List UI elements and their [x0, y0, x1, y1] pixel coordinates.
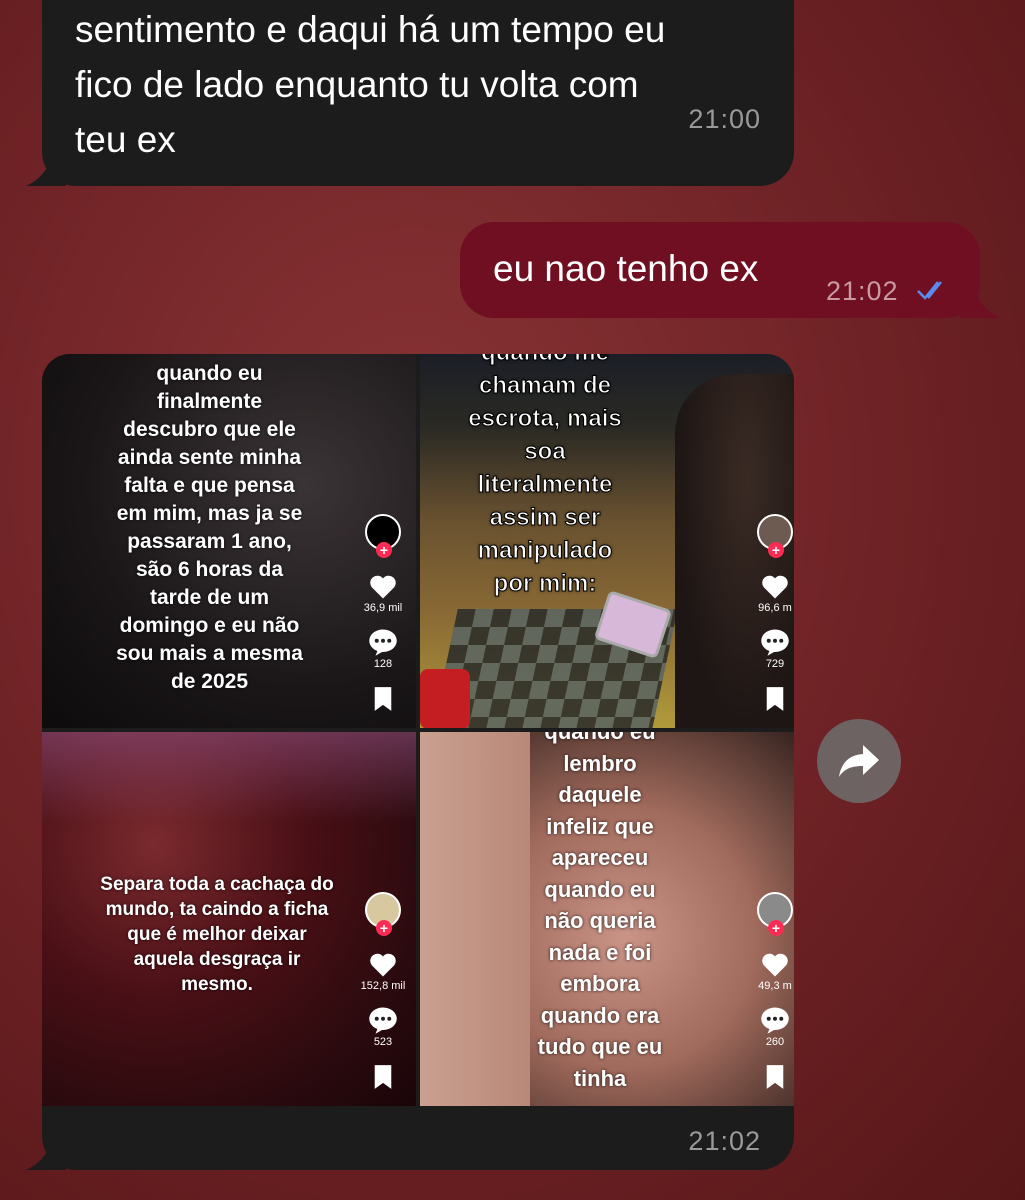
heart-icon[interactable] [368, 950, 398, 978]
bookmark-icon[interactable] [764, 686, 786, 712]
caption-line: por mim: [493, 570, 597, 598]
tiktok-action-rail: + 152,8 mil 523 [360, 892, 406, 1090]
comment-icon[interactable] [368, 628, 398, 656]
message-time: 21:00 [688, 104, 761, 134]
comment-count: 729 [765, 658, 785, 670]
caption-line: falta e que pensa [124, 474, 295, 497]
message-time: 21:02 [688, 1126, 761, 1156]
caption-line: Separa toda a cachaça do [100, 874, 334, 895]
caption-line: são 6 horas da [135, 558, 284, 581]
caption-line: mundo, ta caindo a ficha [105, 899, 329, 920]
caption-line: em mim, mas ja se [116, 502, 303, 525]
tiktok-action-rail: + 49,3 m 260 [752, 892, 794, 1090]
caption-line: daquele [558, 782, 642, 807]
message-line: sentimento e daqui há um tempo eu [75, 9, 666, 50]
avatar[interactable]: + [757, 892, 793, 936]
caption-line: nada e foi [548, 939, 652, 965]
incoming-message-1[interactable]: sentimento e daqui há um tempo eu fico d… [42, 0, 794, 186]
tiktok-video-grid: quando eu finalmente descubro que ele ai… [42, 354, 794, 1106]
tiktok-video-3[interactable]: Separa toda a cachaça do mundo, ta caind… [42, 732, 416, 1106]
comment-icon[interactable] [760, 628, 790, 656]
like-count: 36,9 mil [363, 602, 403, 614]
caption-line: quando eu [544, 876, 656, 902]
caption-line: tudo que eu [537, 1034, 663, 1059]
caption-line: lembro [563, 750, 637, 776]
like-count: 96,6 m [758, 602, 792, 614]
caption-line: domingo e eu não [119, 614, 300, 637]
avatar[interactable]: + [365, 514, 401, 558]
caption-line: que é melhor deixar [127, 924, 307, 945]
caption-line: tinha [573, 1065, 627, 1091]
caption-line: passaram 1 ano, [127, 530, 292, 553]
double-check-icon [917, 281, 942, 300]
caption-line: de 2025 [170, 670, 249, 693]
like-count: 49,3 m [758, 980, 792, 992]
heart-icon[interactable] [368, 572, 398, 600]
bubble-tail [960, 282, 1000, 318]
caption-line: descubro que ele [123, 418, 296, 441]
caption-line: quando eu [156, 362, 263, 385]
avatar[interactable]: + [757, 514, 793, 558]
caption-line: quando me [430, 354, 660, 369]
caption-line: embora [560, 971, 640, 996]
caption-line: infeliz que [546, 813, 654, 839]
caption-line: manipulado [477, 537, 613, 565]
message-line: teu ex [75, 119, 176, 160]
caption-line: mesmo. [181, 974, 253, 995]
soda-can-image [420, 669, 470, 728]
comment-count: 523 [373, 1036, 393, 1048]
caption-line: tarde de um [149, 586, 270, 609]
heart-icon[interactable] [760, 950, 790, 978]
comment-icon[interactable] [368, 1006, 398, 1034]
tiktok-action-rail: + 96,6 m 729 [752, 514, 794, 712]
follow-plus-icon[interactable]: + [376, 542, 392, 558]
caption-line: sou mais a mesma [116, 642, 303, 665]
message-time: 21:02 [826, 276, 899, 306]
club-lights [42, 732, 416, 822]
caption-line: chamam de [478, 372, 612, 400]
comment-icon[interactable] [760, 1006, 790, 1034]
heart-icon[interactable] [760, 572, 790, 600]
bookmark-icon[interactable] [372, 686, 394, 712]
like-count: 152,8 mil [360, 980, 406, 992]
caption-line: literalmente [477, 471, 613, 499]
comment-count: 128 [373, 658, 393, 670]
bubble-tail [26, 1134, 66, 1170]
follow-plus-icon[interactable]: + [376, 920, 392, 936]
follow-plus-icon[interactable]: + [768, 542, 784, 558]
caption-line: não queria [544, 908, 656, 933]
share-arrow-icon [839, 745, 879, 777]
bookmark-icon[interactable] [764, 1064, 786, 1090]
caption-line: soa [524, 438, 566, 466]
caption-line: aquela desgraça ir [133, 949, 301, 970]
caption-line: ainda sente minha [117, 446, 302, 469]
caption-line: escrota, mais [468, 405, 622, 433]
follow-plus-icon[interactable]: + [768, 920, 784, 936]
forward-button[interactable] [817, 719, 901, 803]
bubble-tail [26, 150, 66, 186]
caption-line: quando era [540, 1002, 660, 1028]
tiktok-video-4[interactable]: quando eu lembro daquele infeliz que apa… [420, 732, 794, 1106]
tiktok-action-rail: + 36,9 mil 128 [360, 514, 406, 712]
message-line: fico de lado enquanto tu volta com [75, 64, 639, 105]
caption-line: finalmente [156, 390, 263, 413]
message-text: eu nao tenho ex [493, 248, 759, 289]
bookmark-icon[interactable] [372, 1064, 394, 1090]
caption-line: assim ser [489, 504, 601, 532]
comment-count: 260 [765, 1036, 785, 1048]
outgoing-message-1[interactable]: eu nao tenho ex 21:02 [460, 222, 980, 318]
tiktok-video-1[interactable]: quando eu finalmente descubro que ele ai… [42, 354, 416, 728]
caption-line: quando eu [500, 732, 700, 748]
caption-line: apareceu [551, 845, 649, 870]
avatar[interactable]: + [365, 892, 401, 936]
tiktok-video-2[interactable]: quando me chamam de escrota, mais soa li… [420, 354, 794, 728]
